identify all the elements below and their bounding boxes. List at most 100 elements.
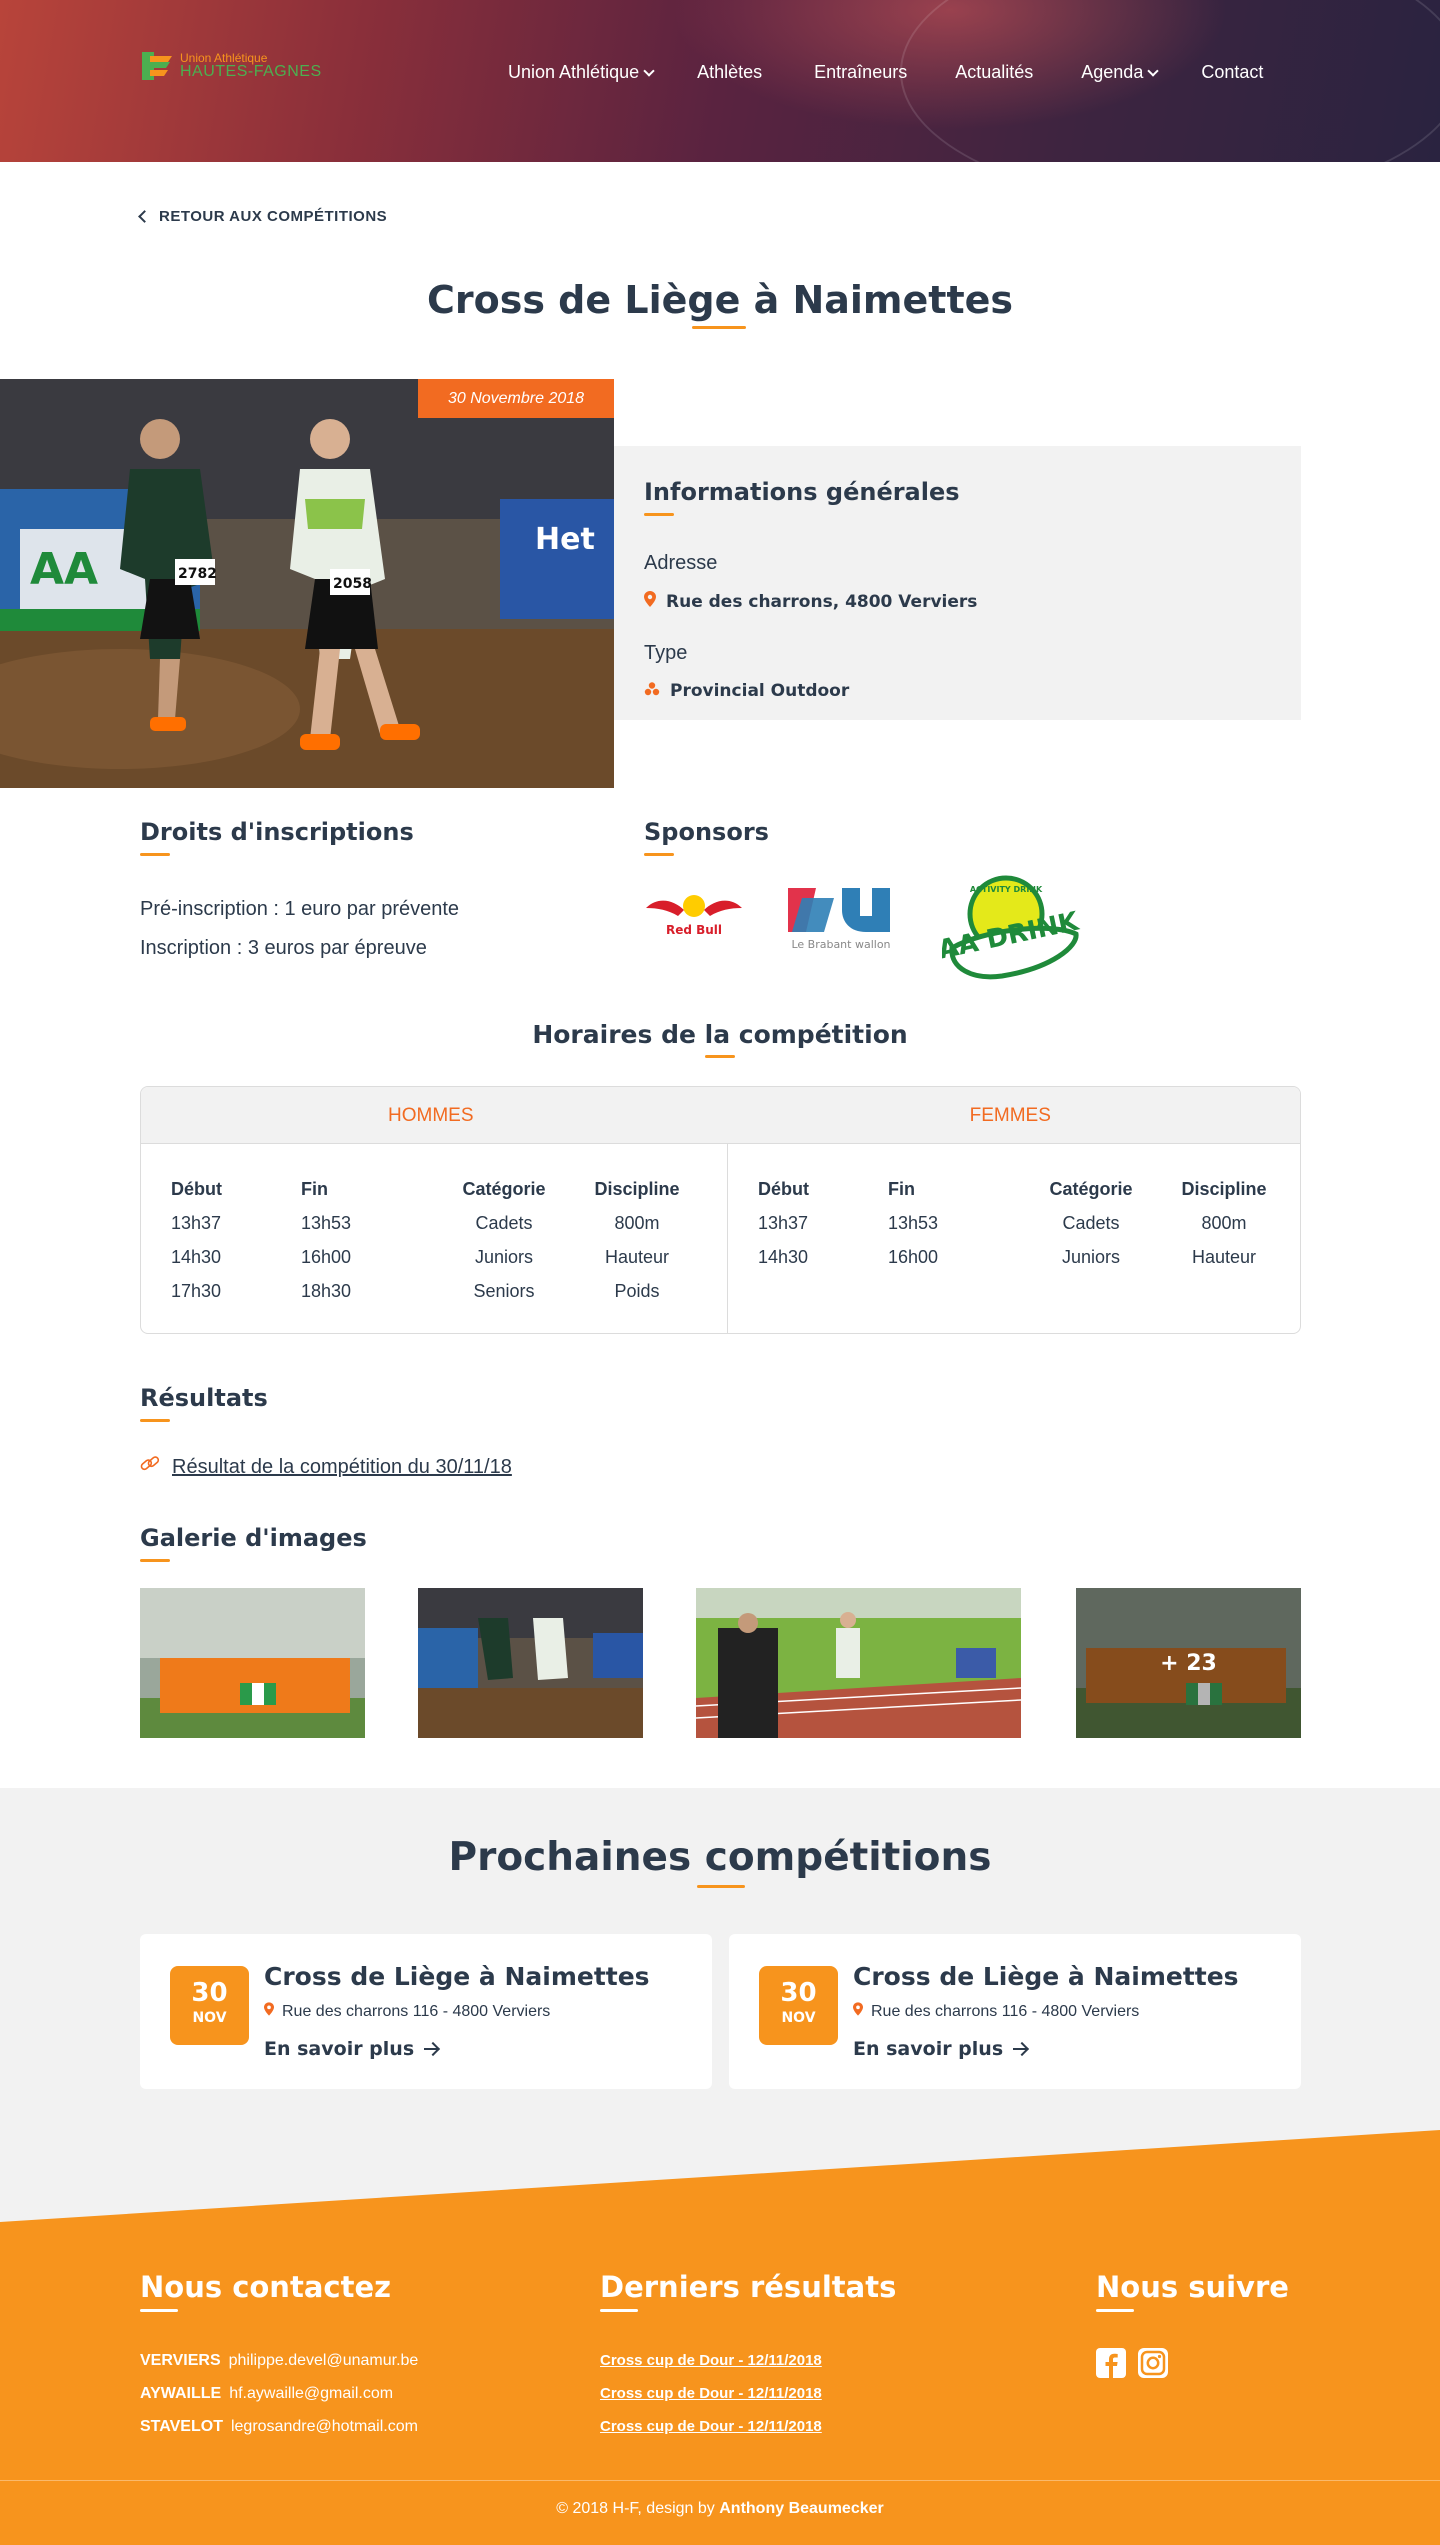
arrow-right-icon	[1013, 2048, 1028, 2050]
gallery-section: Galerie d'images	[140, 1524, 367, 1562]
card-title: Cross de Liège à Naimettes	[264, 1962, 650, 1991]
nav-athletes[interactable]: Athlètes	[697, 62, 762, 83]
site-logo[interactable]: Union Athlétique HAUTES-FAGNES	[140, 50, 322, 82]
svg-text:Het: Het	[535, 522, 595, 557]
upcoming-heading: Prochaines compétitions	[448, 1835, 992, 1880]
card-address-text: Rue des charrons 116 - 4800 Verviers	[871, 2002, 1140, 2020]
competition-card: 30 NOV Cross de Liège à Naimettes Rue de…	[729, 1934, 1301, 2089]
general-info-panel: Informations générales Adresse Rue des c…	[614, 446, 1301, 720]
results-section: Résultats Résultat de la compétition du …	[140, 1384, 512, 1480]
gallery-thumbnail[interactable]	[696, 1588, 1021, 1738]
chevron-left-icon	[138, 210, 151, 223]
nav-agenda[interactable]: Agenda	[1081, 62, 1159, 83]
read-more-link[interactable]: En savoir plus	[853, 2038, 1028, 2060]
card-address-text: Rue des charrons 116 - 4800 Verviers	[282, 2002, 551, 2020]
footer-result-link[interactable]: Cross cup de Dour - 12/11/2018	[600, 2385, 822, 2402]
footer-divider	[0, 2480, 1440, 2481]
aa-ring-text: ACTIVITY DRINK	[970, 885, 1043, 894]
contact-email[interactable]: legrosandre@hotmail.com	[231, 2418, 418, 2435]
gallery-heading: Galerie d'images	[140, 1524, 367, 1562]
gallery-thumbnail[interactable]	[418, 1588, 643, 1738]
sponsor-redbull-logo[interactable]: Red Bull	[644, 890, 744, 944]
svg-text:AA: AA	[30, 544, 98, 595]
cell: Poids	[614, 1281, 660, 1301]
cell: 13h37	[171, 1213, 222, 1233]
gallery-thumbnail[interactable]	[140, 1588, 365, 1738]
schedule-heading: Horaires de la compétition	[532, 1020, 908, 1049]
brabant-text: Le Brabant wallon	[791, 938, 890, 951]
sponsors-section: Sponsors Red Bull Le Brabant wallon ACTI…	[644, 818, 1082, 980]
date-month: NOV	[781, 2010, 816, 2026]
link-icon	[140, 1454, 160, 1480]
col-end: Fin	[301, 1179, 328, 1199]
cell: 800m	[1201, 1213, 1247, 1233]
nav-label: Actualités	[955, 62, 1034, 82]
general-info-heading: Informations générales	[644, 478, 1271, 516]
copyright: © 2018 H-F, design by Anthony Beaumecker	[0, 2500, 1440, 2518]
cell: Seniors	[473, 1281, 535, 1301]
gallery-thumbnail-more[interactable]: + 23	[1076, 1588, 1301, 1738]
nav-contact[interactable]: Contact	[1201, 62, 1263, 83]
col-start: Début	[758, 1179, 809, 1199]
col-start: Début	[171, 1179, 222, 1199]
schedule-men-header: HOMMES	[388, 1105, 474, 1126]
footer-follow-heading: Nous suivre	[1096, 2270, 1289, 2312]
nav-label: Union Athlétique	[508, 62, 640, 82]
nav-entraineurs[interactable]: Entraîneurs	[814, 62, 907, 83]
table-row: 14h30 16h00 Juniors Hauteur	[758, 1240, 1284, 1274]
nav-actualites[interactable]: Actualités	[955, 62, 1033, 83]
back-label: RETOUR AUX COMPÉTITIONS	[159, 208, 388, 225]
table-header-row: Début Fin Catégorie Discipline	[758, 1172, 1284, 1206]
site-header: Union Athlétique HAUTES-FAGNES Union Ath…	[0, 0, 1440, 162]
read-more-label: En savoir plus	[264, 2038, 415, 2060]
date-badge: 30 NOV	[170, 1966, 249, 2045]
nav-label: Contact	[1201, 62, 1264, 82]
type-value: Provincial Outdoor	[644, 681, 1271, 701]
cell: Cadets	[475, 1213, 533, 1233]
read-more-link[interactable]: En savoir plus	[264, 2038, 439, 2060]
cell: 13h37	[758, 1213, 809, 1233]
cell: 800m	[614, 1213, 660, 1233]
sponsor-brabant-logo[interactable]: Le Brabant wallon	[786, 886, 896, 956]
address-label: Adresse	[644, 552, 718, 574]
fees-section: Droits d'inscriptions Pré-inscription : …	[140, 818, 459, 968]
competition-photo: AA Het 2058 2782 30 Novembre 2018	[0, 379, 614, 788]
card-address: Rue des charrons 116 - 4800 Verviers	[264, 2002, 550, 2021]
schedule-women-header: FEMMES	[969, 1105, 1051, 1126]
footer-result-link[interactable]: Cross cup de Dour - 12/11/2018	[600, 2418, 822, 2435]
cell: 13h53	[301, 1213, 352, 1233]
sponsor-aa-drink-logo[interactable]: ACTIVITY DRINK AA DRINK	[936, 872, 1082, 986]
contact-line: AYWAILLE hf.aywaille@gmail.com	[140, 2377, 418, 2410]
nav-union-athletique[interactable]: Union Athlétique	[508, 62, 655, 83]
svg-text:2058: 2058	[333, 576, 372, 592]
fee-item: Inscription : 3 euros par épreuve	[140, 937, 427, 959]
cell: 16h00	[888, 1247, 939, 1267]
address-text: Rue des charrons, 4800 Verviers	[666, 591, 978, 612]
table-row: 14h30 16h00 Juniors Hauteur	[171, 1240, 697, 1274]
cell: Cadets	[1062, 1213, 1120, 1233]
contact-line: VERVIERS philippe.devel@unamur.be	[140, 2344, 418, 2377]
contact-email[interactable]: philippe.devel@unamur.be	[229, 2352, 419, 2369]
schedule-men-column: Début Fin Catégorie Discipline 13h37 13h…	[141, 1144, 727, 1333]
footer-results: Derniers résultats Cross cup de Dour - 1…	[600, 2270, 896, 2443]
contact-city: VERVIERS	[140, 2352, 221, 2369]
back-to-competitions-link[interactable]: RETOUR AUX COMPÉTITIONS	[138, 208, 388, 225]
footer-result-link[interactable]: Cross cup de Dour - 12/11/2018	[600, 2352, 822, 2369]
contact-city: AYWAILLE	[140, 2385, 222, 2402]
col-category: Catégorie	[462, 1179, 546, 1199]
results-link[interactable]: Résultat de la compétition du 30/11/18	[140, 1454, 512, 1480]
cell: 18h30	[301, 1281, 352, 1301]
date-day: 30	[780, 1978, 817, 2008]
contact-email[interactable]: hf.aywaille@gmail.com	[229, 2385, 393, 2402]
type-label: Type	[644, 642, 688, 664]
footer-follow: Nous suivre	[1096, 2270, 1289, 2382]
sponsors-heading: Sponsors	[644, 818, 769, 856]
map-pin-icon	[264, 2002, 274, 2021]
nav-label: Agenda	[1081, 62, 1144, 82]
table-header-row: Début Fin Catégorie Discipline	[171, 1172, 697, 1206]
footer-results-heading: Derniers résultats	[600, 2270, 897, 2312]
instagram-icon[interactable]	[1138, 2348, 1168, 2382]
date-tag: 30 Novembre 2018	[418, 379, 614, 418]
facebook-icon[interactable]	[1096, 2348, 1126, 2382]
cubes-icon	[644, 681, 660, 701]
